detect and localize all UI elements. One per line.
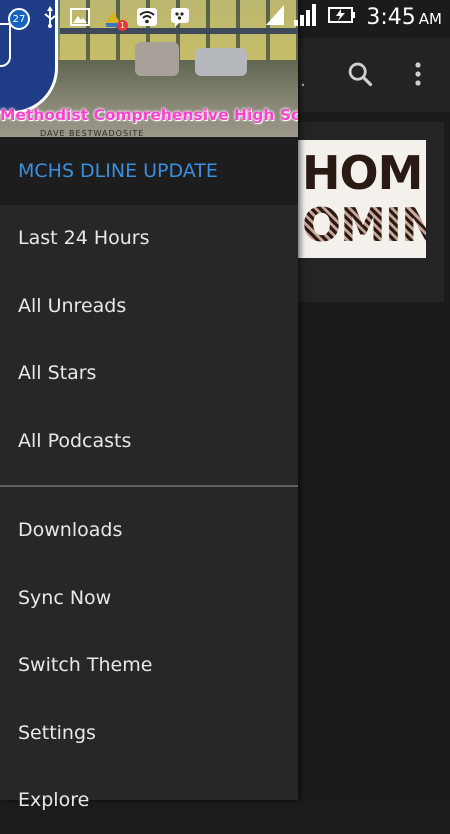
image-icon (70, 8, 90, 30)
drawer-item-all-unreads[interactable]: All Unreads (0, 272, 298, 340)
clock: 3:45AM (366, 5, 442, 30)
drawer-divider (0, 485, 298, 487)
battery-charging-icon (328, 7, 356, 27)
signal-icon-1 (266, 5, 284, 29)
drawer-menu: MCHS DLINE UPDATE Last 24 Hours All Unre… (0, 137, 298, 834)
drawer-item-downloads[interactable]: Downloads (0, 497, 298, 565)
drawer-item-all-stars[interactable]: All Stars (0, 340, 298, 408)
more-options-icon[interactable] (404, 58, 432, 90)
badge-count: 1 (117, 20, 128, 31)
clock-ampm: AM (419, 10, 442, 28)
thumbnail-text-line1: HOME (302, 146, 426, 200)
drawer-item-sync-now[interactable]: Sync Now (0, 564, 298, 632)
clock-time: 3:45 (366, 5, 415, 30)
toolbar-title-fragment: . (300, 70, 306, 91)
app-update-icon: 1 (102, 9, 124, 29)
drawer-item-switch-theme[interactable]: Switch Theme (0, 632, 298, 700)
drawer-item-all-podcasts[interactable]: All Podcasts (0, 407, 298, 475)
navigation-drawer: Methodist Comprehensive High School DAVE… (0, 0, 298, 800)
header-subtitle: DAVE BESTWADOSITE (40, 129, 144, 137)
usb-icon (42, 6, 58, 32)
thumbnail-text-line2: OMIN (302, 198, 426, 252)
signal-icon-2 (294, 4, 318, 30)
header-car (195, 48, 247, 76)
wifi-icon (136, 7, 158, 31)
drawer-item-mchs-dline-update[interactable]: MCHS DLINE UPDATE (0, 137, 298, 205)
drawer-item-explore[interactable]: Explore (0, 767, 298, 834)
status-bar: 27 1 3:45AM (0, 0, 450, 38)
bbm-icon (170, 7, 190, 31)
notification-count-icon: 27 (8, 8, 30, 30)
drawer-item-settings[interactable]: Settings (0, 699, 298, 767)
header-car (135, 42, 179, 76)
search-icon[interactable] (344, 58, 376, 90)
article-thumbnail: HOME OMIN (298, 140, 426, 258)
school-name-title: Methodist Comprehensive High School (0, 106, 298, 124)
drawer-item-last-24-hours[interactable]: Last 24 Hours (0, 205, 298, 273)
